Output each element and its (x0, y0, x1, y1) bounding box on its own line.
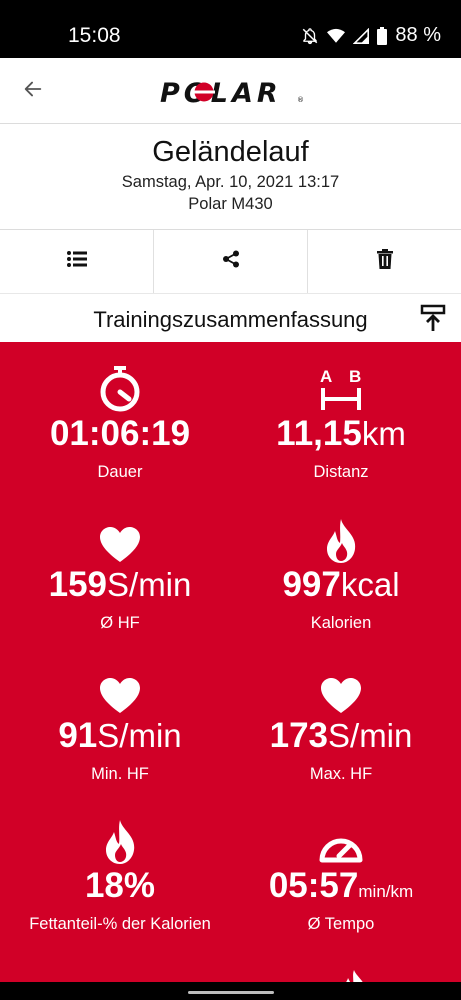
status-bar: 15:08 88 % (0, 0, 461, 58)
back-button[interactable] (16, 75, 50, 107)
status-icons: 88 % (301, 24, 441, 47)
wifi-icon (327, 28, 346, 44)
stat-unit: S/min (107, 566, 192, 603)
distance-ab-icon: A B (226, 364, 456, 412)
mute-bell-icon (301, 27, 319, 45)
stat-unit: S/min (97, 717, 182, 754)
trash-icon (376, 249, 393, 274)
training-device: Polar M430 (188, 195, 273, 213)
flame-icon (5, 816, 235, 864)
stat-value: 05:57 (268, 866, 359, 905)
stat-value: 173 (269, 716, 329, 755)
flame-icon (338, 970, 370, 982)
stat-label: Dauer (97, 463, 143, 481)
pin-top-icon (419, 304, 447, 336)
stat-label: Ø Tempo (307, 915, 375, 933)
polar-logo: POLAR ® (160, 78, 305, 106)
stat-label: Ø HF (100, 614, 140, 632)
training-title: Geländelauf (152, 136, 309, 168)
action-bar (0, 230, 461, 294)
battery-percent: 88 % (395, 24, 441, 46)
stat-calories: 997kcal Kalorien (226, 515, 456, 633)
stat-distance: A B 11,15km Distanz (226, 364, 456, 482)
stat-max-hr: 173S/min Max. HF (226, 666, 456, 784)
pin-button[interactable] (419, 304, 447, 332)
stat-value: 18% (84, 866, 156, 905)
stat-unit: S/min (328, 717, 413, 754)
stat-value: 11,15 (276, 414, 362, 453)
app-header: POLAR ® (0, 58, 461, 124)
stat-duration: 01:06:19 Dauer (5, 364, 235, 482)
stat-value: 91 (58, 716, 98, 755)
stat-unit: kcal (340, 566, 400, 603)
svg-text:®: ® (297, 96, 304, 104)
stat-min-hr: 91S/min Min. HF (5, 666, 235, 784)
stat-unit: km (361, 415, 406, 452)
arrow-back-icon (22, 78, 44, 105)
speedometer-icon (226, 816, 456, 864)
stat-label: Distanz (313, 463, 369, 481)
stat-label: Max. HF (309, 765, 373, 783)
share-icon (222, 250, 240, 273)
status-time: 15:08 (68, 24, 121, 47)
delete-button[interactable] (307, 230, 461, 293)
stopwatch-icon (5, 364, 235, 412)
signal-icon (353, 27, 370, 44)
training-info: Geländelauf Samstag, Apr. 10, 2021 13:17… (0, 124, 461, 230)
stat-avg-hr: 159S/min Ø HF (5, 515, 235, 633)
section-title: Trainingszusammenfassung (93, 307, 368, 332)
stats-panel: 01:06:19 Dauer A B 11,15km Distanz 159S/… (0, 342, 461, 982)
stat-fat-percent: 18% Fettanteil-% der Kalorien (5, 816, 235, 934)
flame-icon (226, 515, 456, 563)
stat-avg-pace: 05:57min/km Ø Tempo (226, 816, 456, 934)
stat-unit: min/km (358, 882, 414, 901)
svg-text:A: A (320, 367, 332, 386)
stat-label: Fettanteil-% der Kalorien (29, 915, 211, 933)
list-button[interactable] (0, 230, 153, 293)
heart-icon (226, 666, 456, 714)
share-button[interactable] (153, 230, 307, 293)
stat-label: Min. HF (91, 765, 149, 783)
svg-text:B: B (349, 367, 361, 386)
list-icon (66, 251, 87, 272)
stat-value: 01:06:19 (49, 414, 191, 453)
stat-value: 997 (282, 565, 341, 604)
heart-icon (5, 666, 235, 714)
heart-icon (5, 515, 235, 563)
system-nav-bar (0, 982, 461, 1000)
home-indicator[interactable] (188, 991, 274, 994)
svg-text:POLAR: POLAR (160, 78, 282, 106)
battery-icon (377, 26, 388, 45)
stat-value: 159 (48, 565, 108, 604)
summary-header: Trainingszusammenfassung (0, 294, 461, 342)
training-datetime: Samstag, Apr. 10, 2021 13:17 (121, 173, 340, 191)
stat-label: Kalorien (310, 614, 372, 632)
